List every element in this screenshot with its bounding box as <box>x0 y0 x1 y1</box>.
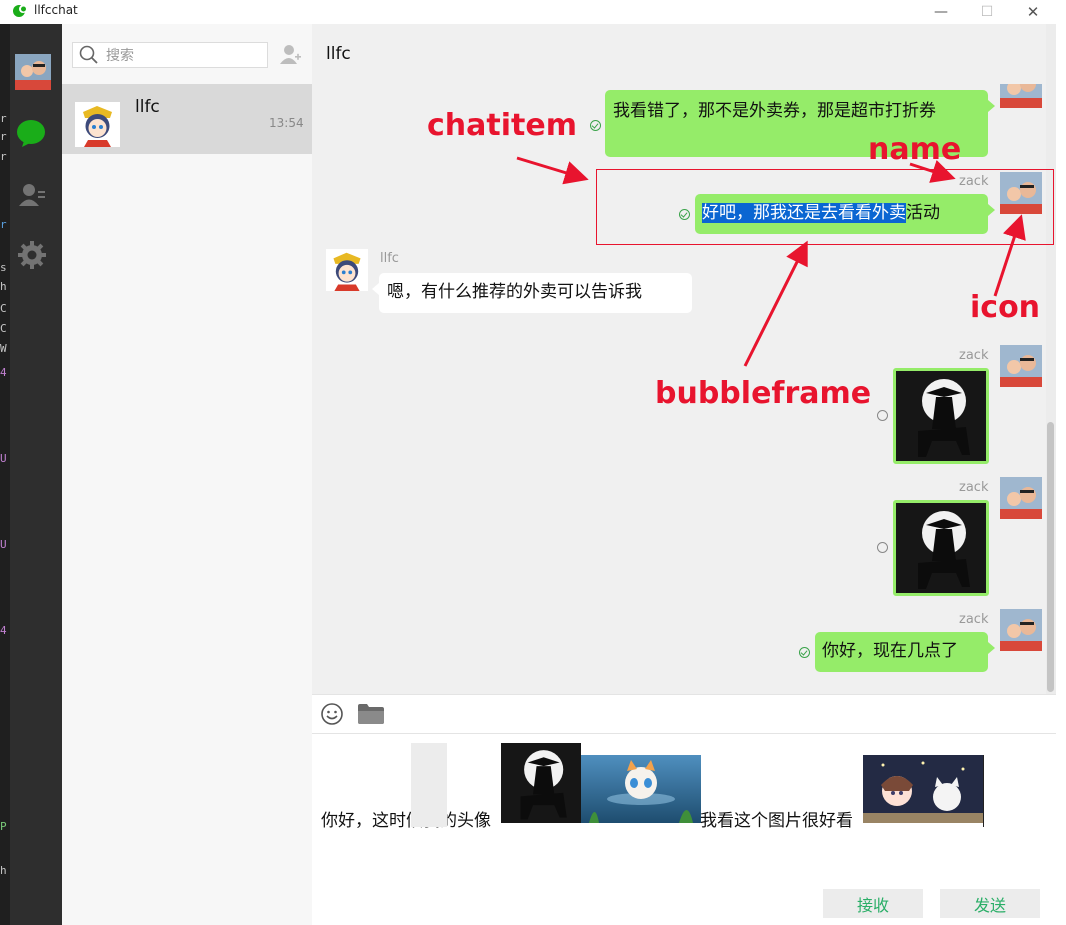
chat-icon[interactable] <box>16 118 46 148</box>
maximize-button[interactable]: ☐ <box>964 0 1010 24</box>
annotation-chatitem: chatitem <box>427 108 577 143</box>
chatitem-highlight-box <box>596 169 1054 245</box>
inline-image[interactable] <box>863 755 984 823</box>
chat-list-item-name: llfc <box>135 97 160 117</box>
message-avatar <box>1000 345 1042 387</box>
pending-status-icon <box>877 410 888 421</box>
chat-list-panel <box>62 24 312 925</box>
folder-icon[interactable] <box>357 703 385 725</box>
message-avatar <box>326 249 368 291</box>
input-text[interactable]: 我看这个图片很好看 <box>700 806 853 831</box>
sender-name: zack <box>959 480 989 495</box>
message-bubble[interactable]: 嗯，有什么推荐的外卖可以告诉我 <box>372 273 692 313</box>
input-text-selection <box>411 743 447 827</box>
emoji-icon[interactable] <box>320 702 344 726</box>
settings-icon[interactable] <box>17 240 47 270</box>
image-message[interactable] <box>893 368 989 464</box>
user-avatar[interactable] <box>15 54 51 90</box>
close-button[interactable]: ✕ <box>1010 0 1056 24</box>
input-toolbar <box>312 694 1056 734</box>
annotation-bubbleframe: bubbleframe <box>655 376 872 411</box>
inline-image[interactable] <box>581 755 701 823</box>
receive-button[interactable]: 接收 <box>823 889 923 918</box>
inline-image[interactable] <box>501 743 581 823</box>
pending-status-icon <box>877 542 888 553</box>
annotation-name: name <box>868 132 962 167</box>
contacts-icon[interactable] <box>18 181 46 209</box>
input-text[interactable]: 你好，这时候我的头像 <box>321 806 491 831</box>
chat-title: llfc <box>326 44 351 64</box>
window-title: llfcchat <box>34 3 78 17</box>
search-input[interactable] <box>72 42 268 68</box>
sent-status-icon <box>590 120 601 131</box>
scrollbar-thumb[interactable] <box>1047 422 1054 692</box>
add-friend-icon[interactable] <box>280 43 302 65</box>
title-bar <box>0 0 1066 24</box>
search-icon <box>79 45 99 65</box>
chat-list-item-time: 13:54 <box>269 116 304 130</box>
image-message[interactable] <box>893 500 989 596</box>
send-button[interactable]: 发送 <box>940 889 1040 918</box>
message-avatar <box>1000 609 1042 651</box>
app-logo-icon <box>12 3 28 19</box>
message-avatar <box>1000 477 1042 519</box>
contact-avatar <box>75 102 120 147</box>
sender-name: zack <box>959 612 989 627</box>
minimize-button[interactable]: — <box>918 0 964 24</box>
message-bubble[interactable]: 你好，现在几点了 <box>815 632 995 672</box>
sent-status-icon <box>799 647 810 658</box>
text-caret <box>983 755 984 827</box>
message-avatar <box>1000 84 1042 108</box>
sender-name: zack <box>959 348 989 363</box>
sender-name: llfc <box>380 251 399 266</box>
background-editor-strip: r r r r s h C C W 4 U U 4 P h <box>0 24 10 925</box>
annotation-icon: icon <box>970 290 1041 325</box>
search-placeholder: 搜索 <box>106 48 134 64</box>
